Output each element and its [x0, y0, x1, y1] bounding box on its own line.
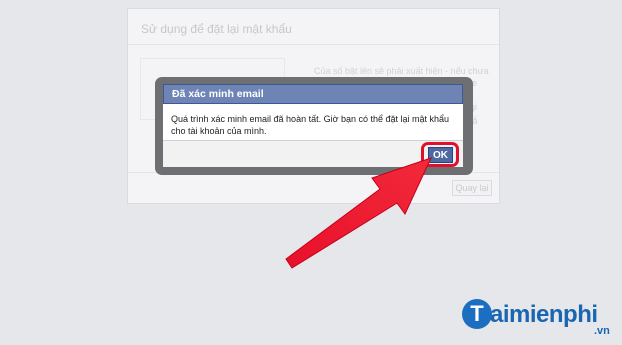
logo-text: aimienphi	[490, 301, 598, 328]
red-arrow-icon	[285, 157, 432, 269]
annotation-arrow	[285, 157, 432, 269]
logo-domain: .vn	[594, 325, 610, 337]
logo-mark-icon: T	[462, 299, 492, 329]
